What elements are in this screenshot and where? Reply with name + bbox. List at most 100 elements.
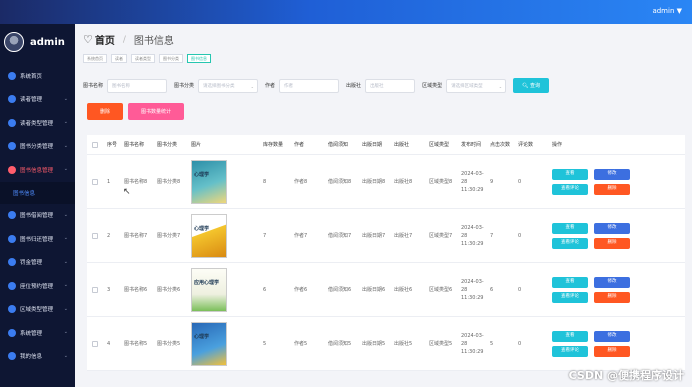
cell-time: 2024-03-28 11:30:29 (461, 170, 484, 193)
view-comments-button[interactable]: 查看评论 (552, 237, 588, 249)
cell-name: 图书名称5 (124, 340, 148, 347)
cell-area: 区域类型5 (429, 340, 453, 347)
select-all-checkbox[interactable] (87, 141, 107, 148)
tag-item[interactable]: 图书分类 (159, 54, 183, 63)
chevron-down-icon: ⌄ (63, 95, 68, 102)
column-header: 图书分类 (157, 142, 178, 148)
row-delete-button[interactable]: 删除 (594, 291, 630, 303)
sidebar-item[interactable]: 图书信息管理 ⌄ (0, 158, 75, 182)
tag-item[interactable]: 图书信息 (187, 54, 211, 63)
cell-comments: 0 (518, 178, 522, 185)
search-input[interactable]: 请选择图书分类 ⌄ (198, 78, 259, 93)
chevron-down-icon: ⌄ (63, 235, 68, 241)
chevron-down-icon: ⌄ (63, 352, 68, 359)
cover-title: 心理学 (194, 333, 210, 340)
sidebar-item[interactable]: 我的信息 ⌄ (0, 345, 75, 369)
cell-area: 区域类型8 (429, 178, 453, 185)
chevron-down-icon: ⌄ (63, 211, 68, 218)
delete-button[interactable]: 删除 (87, 103, 123, 120)
cell-time: 2024-03-28 11:30:29 (461, 224, 484, 247)
edit-button[interactable]: 修改 (594, 168, 630, 180)
row-checkbox-cell (87, 286, 107, 293)
cell-author: 作者6 (294, 286, 308, 293)
search-input[interactable]: 出版社 (365, 78, 416, 93)
search-button[interactable]: 🔍︎ 查询 (513, 78, 550, 93)
cell-date: 出版日期7 (362, 232, 386, 239)
checkbox[interactable] (92, 141, 98, 148)
row-delete-button[interactable]: 删除 (594, 183, 630, 195)
cell-ops: 查看 修改 查看评论 删除 (552, 330, 680, 357)
sidebar-menu: 系统首页 读者管理 ⌄ 读者类型管理 ⌄ 图书分类管理 ⌄ 图书信息管理 ⌄ 图书信息 图书借阅管理… (0, 64, 75, 368)
chevron-down-icon: ⌄ (498, 83, 503, 89)
cell-comments: 0 (518, 286, 522, 293)
sidebar-item[interactable]: 图书借阅管理 ⌄ (0, 204, 75, 228)
view-label: 查看 (565, 225, 575, 230)
search-label: 出版社 (346, 83, 362, 89)
edit-button[interactable]: 修改 (594, 330, 630, 342)
book-cover-image[interactable]: 心理学 (191, 213, 227, 258)
main-content: ♡ 首页 / 图书信息 系统首页 读者 读者类型 图书分类 图书信息 图书名称 图书名称图… (75, 24, 692, 387)
cell-cover: 应用心理学 (191, 267, 263, 312)
view-comments-button[interactable]: 查看评论 (552, 345, 588, 357)
table-header: 序号 图书名称 图书分类 图片 库存数量 作者 借阅须知 出版日期 出版社 区域类型 发布时间 点击次… (87, 135, 685, 155)
view-button[interactable]: 查看 (552, 168, 588, 180)
view-label: 查看 (565, 333, 575, 338)
sidebar-item[interactable]: 座位预约管理 ⌄ (0, 274, 75, 298)
view-button[interactable]: 查看 (552, 330, 588, 342)
cell-notice: 借阅须知6 (328, 286, 352, 293)
stats-label: 图书数量统计 (140, 109, 171, 115)
search-input[interactable]: 请选择区域类型 ⌄ (446, 78, 507, 93)
sidebar-item[interactable]: 图书归还管理 ⌄ (0, 227, 75, 251)
book-cover-image[interactable]: 应用心理学 (191, 267, 227, 312)
view-comments-button[interactable]: 查看评论 (552, 291, 588, 303)
tag-item[interactable]: 读者 (111, 54, 127, 63)
cell-cover: 心理学 (191, 213, 263, 258)
sidebar-item-label: 我的信息 (20, 354, 43, 361)
cell-comments: 0 (518, 232, 522, 239)
row-delete-label: 删除 (607, 348, 617, 353)
submenu-item[interactable]: 图书信息 (0, 181, 75, 204)
sidebar-item[interactable]: 图书分类管理 ⌄ (0, 135, 75, 159)
view-button[interactable]: 查看 (552, 276, 588, 288)
cell-index: 3 (107, 286, 111, 293)
cell-ops: 查看 修改 查看评论 删除 (552, 168, 680, 195)
view-label: 查看 (565, 279, 575, 284)
stats-button[interactable]: 图书数量统计 (128, 103, 184, 120)
sidebar-item[interactable]: 区域类型管理 ⌄ (0, 298, 75, 322)
sidebar-item[interactable]: 读者类型管理 ⌄ (0, 111, 75, 135)
row-checkbox[interactable] (92, 340, 98, 347)
book-cover-image[interactable]: 心理学 (191, 159, 227, 204)
sidebar-item-label: 图书归还管理 (20, 236, 54, 243)
row-checkbox[interactable] (92, 232, 98, 239)
row-delete-button[interactable]: 删除 (594, 237, 630, 249)
row-checkbox[interactable] (92, 178, 98, 185)
search-input[interactable]: 图书名称 (107, 78, 168, 93)
menu-icon (8, 118, 16, 127)
row-delete-button[interactable]: 删除 (594, 345, 630, 357)
sidebar-item[interactable]: 读者管理 ⌄ (0, 88, 75, 112)
book-cover-image[interactable]: 心理学 (191, 321, 227, 366)
tag-item[interactable]: 读者类型 (131, 54, 155, 63)
tag-item[interactable]: 系统首页 (83, 54, 107, 63)
row-actions: 查看 修改 查看评论 删除 (552, 330, 680, 357)
row-delete-label: 删除 (607, 240, 617, 245)
sidebar-item[interactable]: 罚金管理 ⌄ (0, 251, 75, 275)
breadcrumb-home[interactable]: 首页 (95, 32, 115, 47)
edit-button[interactable]: 修改 (594, 222, 630, 234)
view-comments-button[interactable]: 查看评论 (552, 183, 588, 195)
heart-icon: ♡ (83, 33, 93, 46)
search-input[interactable]: 作者 (279, 78, 340, 93)
row-checkbox-cell (87, 178, 107, 185)
search-label: 图书名称 (83, 83, 104, 89)
sidebar-item[interactable]: 系统管理 ⌄ (0, 321, 75, 345)
edit-button[interactable]: 修改 (594, 276, 630, 288)
view-button[interactable]: 查看 (552, 222, 588, 234)
column-header: 评论数 (518, 142, 534, 148)
cell-date: 出版日期6 (362, 286, 386, 293)
sidebar-item[interactable]: 系统首页 (0, 64, 75, 88)
input-placeholder: 出版社 (370, 83, 384, 89)
user-menu[interactable]: admin ▼ (652, 7, 682, 15)
cell-clicks: 5 (490, 340, 494, 347)
column-header: 借阅须知 (328, 142, 349, 148)
row-checkbox[interactable] (92, 286, 98, 293)
